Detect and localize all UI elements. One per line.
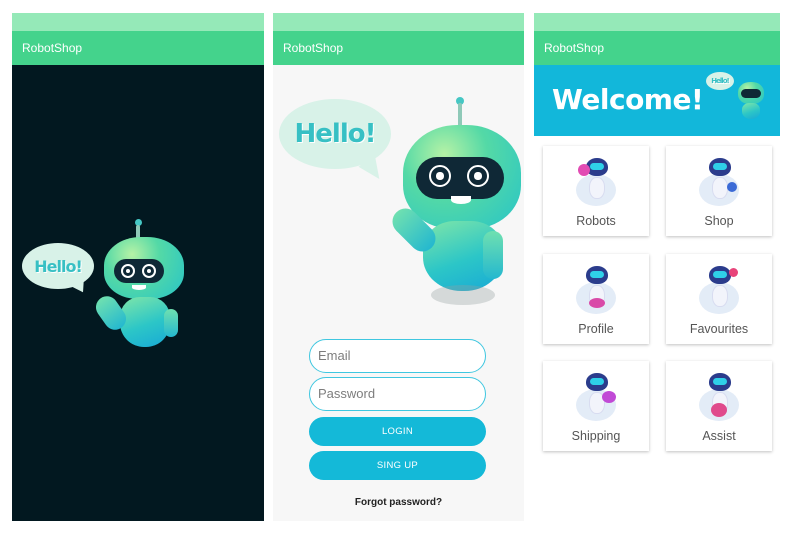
menu-card-shop[interactable]: Shop: [666, 146, 772, 236]
menu-card-label: Assist: [702, 429, 736, 443]
menu-card-robots[interactable]: Robots: [543, 146, 649, 236]
menu-card-label: Profile: [578, 322, 614, 336]
robot-eye-icon: [467, 165, 489, 187]
robot-with-box-icon: [576, 371, 616, 423]
robot-with-bag-icon: [699, 156, 739, 208]
password-input[interactable]: Password: [309, 377, 486, 411]
password-placeholder: Password: [318, 386, 376, 401]
menu-card-label: Shop: [704, 214, 734, 228]
menu-card-profile[interactable]: Profile: [543, 254, 649, 344]
menu-card-label: Shipping: [571, 429, 621, 443]
mini-bubble-text: Hello!: [711, 77, 729, 85]
robot-eye-icon: [429, 165, 451, 187]
login-screen: RobotShop Hello! Email Password LOGIN SI…: [273, 13, 524, 521]
robot-with-heart-icon: [699, 264, 739, 316]
menu-card-shipping[interactable]: Shipping: [543, 361, 649, 451]
robot-body: [120, 297, 170, 347]
app-bar: RobotShop: [273, 31, 524, 65]
bubble-text: Hello!: [34, 256, 82, 276]
app-bar: RobotShop: [12, 31, 264, 65]
signup-button[interactable]: SING UP: [309, 451, 486, 480]
welcome-title: Welcome!: [552, 83, 704, 116]
login-button[interactable]: LOGIN: [309, 417, 486, 446]
welcome-banner: Welcome! Hello!: [534, 65, 780, 136]
home-screen: RobotShop Welcome! Hello! Robots Shop Prof…: [534, 13, 780, 521]
menu-card-assist[interactable]: Assist: [666, 361, 772, 451]
status-bar: [12, 13, 264, 31]
robot-with-magnifier-icon: [576, 156, 616, 208]
app-bar: RobotShop: [534, 31, 780, 65]
robot-eye-icon: [121, 264, 135, 278]
robot-with-laptop-icon: [576, 264, 616, 316]
robot-eye-icon: [142, 264, 156, 278]
status-bar: [534, 13, 780, 31]
bubble-text: Hello!: [294, 119, 377, 149]
menu-card-label: Favourites: [689, 322, 749, 336]
forgot-password-link[interactable]: Forgot password?: [273, 497, 524, 508]
menu-card-favourites[interactable]: Favourites: [666, 254, 772, 344]
app-title: RobotShop: [283, 41, 344, 55]
email-input[interactable]: Email: [309, 339, 486, 373]
menu-card-label: Robots: [576, 214, 616, 228]
status-bar: [273, 13, 524, 31]
email-placeholder: Email: [318, 348, 351, 363]
app-title: RobotShop: [22, 41, 83, 55]
app-title: RobotShop: [544, 41, 605, 55]
robot-assistant-icon: [699, 371, 739, 423]
splash-screen: RobotShop Hello!: [12, 13, 264, 521]
